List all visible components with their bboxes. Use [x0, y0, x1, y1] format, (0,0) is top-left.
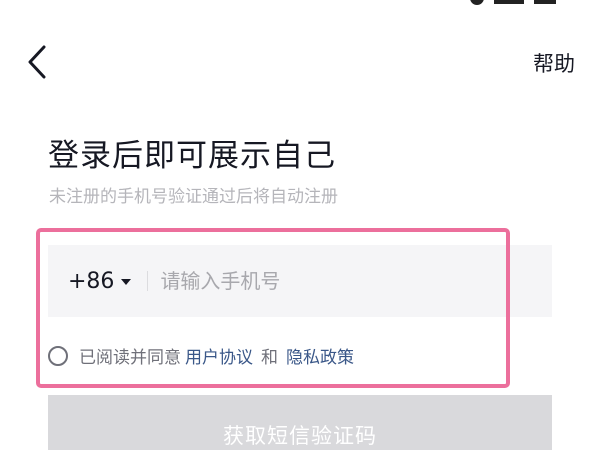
battery-icon	[534, 0, 556, 4]
input-divider	[147, 271, 149, 291]
help-link[interactable]: 帮助	[533, 48, 575, 78]
phone-input-container: +86	[48, 245, 552, 317]
agreement-text: 已阅读并同意	[79, 348, 181, 368]
page-title: 登录后即可展示自己	[48, 138, 336, 174]
status-bar	[0, 0, 600, 8]
alarm-icon	[470, 0, 484, 5]
agreement-checkbox[interactable]	[48, 345, 68, 366]
agreement-conjunction: 和	[261, 348, 278, 368]
signal-icon	[494, 0, 524, 4]
chevron-left-icon	[28, 45, 46, 79]
user-agreement-link[interactable]: 用户协议	[185, 343, 253, 368]
status-icons	[470, 0, 556, 5]
get-sms-code-button[interactable]: 获取短信验证码	[48, 395, 552, 450]
page-subtitle: 未注册的手机号验证通过后将自动注册	[49, 187, 338, 207]
agreement-row: 已阅读并同意 用户协议 和 隐私政策	[48, 343, 358, 368]
country-code-label: +86	[68, 268, 115, 294]
country-code-selector[interactable]: +86	[68, 268, 132, 294]
privacy-policy-link[interactable]: 隐私政策	[286, 343, 354, 368]
phone-input[interactable]	[160, 269, 521, 293]
caret-down-icon	[121, 279, 132, 285]
back-button[interactable]	[22, 44, 52, 80]
